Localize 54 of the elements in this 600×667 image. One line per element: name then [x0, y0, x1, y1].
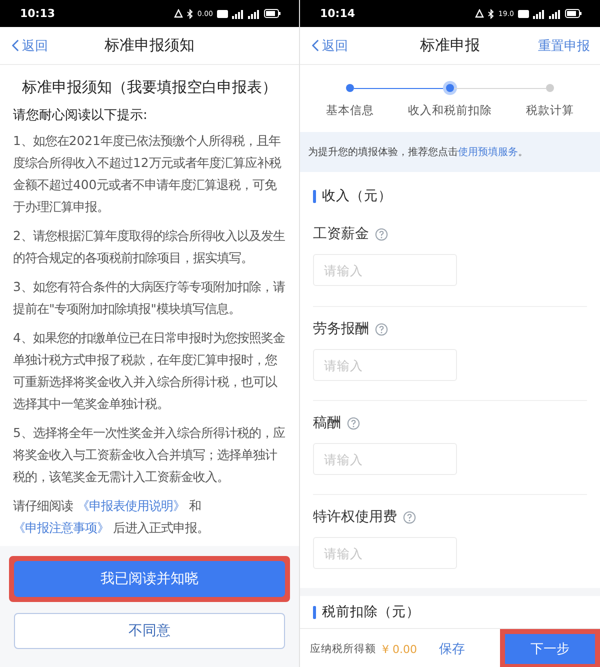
battery-icon — [264, 9, 281, 18]
section-marker — [313, 606, 316, 618]
section-title: 税前扣除（元） — [322, 603, 420, 621]
chevron-icon — [312, 39, 319, 52]
field-label: 特许权使用费 — [313, 508, 397, 526]
amount-input[interactable]: 请输入 — [313, 349, 457, 381]
page-title: 标准申报须知 — [104, 36, 194, 55]
notice-heading: 标准申报须知（我要填报空白申报表） — [21, 77, 278, 98]
signal-icon — [232, 8, 244, 18]
bluetooth-icon — [488, 8, 494, 18]
page-title: 标准申报 — [420, 36, 480, 55]
notice-paragraph: 5、选择将全年一次性奖金并入综合所得计税的，应将奖金收入与工资薪金收入合并填写；选择单独计税的，该笔奖金无需计入工资薪金收入。 — [13, 424, 286, 486]
document-link[interactable]: 《申报注意事项》 — [13, 520, 109, 535]
help-icon[interactable] — [375, 228, 388, 240]
field-label: 稿酬 — [313, 414, 341, 432]
signal-icon — [533, 8, 545, 18]
help-icon[interactable] — [375, 322, 388, 336]
signal-icon — [549, 8, 561, 18]
notice-paragraph: 3、如您有符合条件的大病医疗等专项附加扣除，请提前在"专项附加扣除填报"模块填写信息。 — [13, 278, 286, 318]
amount-input[interactable]: 请输入 — [313, 254, 457, 286]
status-time: 10:13 — [20, 7, 56, 20]
step-label: 基本信息 — [326, 103, 374, 118]
step-label: 收入和税前扣除 — [408, 103, 492, 118]
prefill-link[interactable]: 使用预填服务 — [458, 147, 518, 158]
taxable-income-amount: ¥ 0.00 — [382, 642, 417, 656]
help-icon[interactable] — [347, 416, 360, 430]
notice-paragraph: 4、如果您的扣缴单位已在日常申报时为您按照奖金单独计税方式申报了税款，在年度汇算申报时，您可重新选择将奖金收入并入综合所得计税，也可以选择其中一笔奖金单独计税。 — [13, 329, 286, 413]
signal-icon — [248, 8, 260, 18]
section-title: 收入（元） — [322, 187, 392, 205]
amount-input[interactable]: 请输入 — [313, 537, 457, 569]
confirm-button[interactable]: 我已阅读并知晓 — [14, 561, 285, 597]
notice-paragraph: 1、如您在2021年度已依法预缴个人所得税，且年度综合所得收入不超过12万元或者年度汇算应补税金额不超过400元或者不申请年度汇算退税，可免于办理汇算申报。 — [13, 132, 282, 216]
chevron-icon — [12, 39, 19, 52]
field-label: 劳务报酬 — [313, 320, 369, 338]
intro-text: 请您耐心阅读以下提示: — [13, 107, 148, 125]
decline-button[interactable]: 不同意 — [14, 613, 285, 649]
back-link[interactable]: 返回 — [12, 36, 48, 54]
help-icon[interactable] — [403, 510, 416, 524]
save-button[interactable]: 保存 — [439, 640, 465, 658]
closing-paragraph: 请仔细阅读 《申报表使用说明》 和 《申报注意事项》 后进入正式申报。 — [13, 497, 210, 537]
taxable-income-label: 应纳税所得额 — [310, 642, 376, 656]
battery-icon — [565, 9, 582, 18]
next-button[interactable]: 下一步 — [505, 634, 595, 664]
back-link[interactable]: 返回 — [312, 36, 348, 54]
status-time: 10:14 — [320, 7, 356, 20]
reset-link[interactable]: 重置申报 — [538, 36, 590, 54]
field-label: 工资薪金 — [313, 225, 369, 243]
document-link[interactable]: 《申报表使用说明》 — [76, 498, 185, 513]
amount-input[interactable]: 请输入 — [313, 443, 457, 475]
tip-banner: 为提升您的填报体验，推荐您点击使用预填服务。 — [300, 132, 600, 172]
step-label: 税款计算 — [526, 103, 574, 118]
section-marker — [313, 190, 316, 202]
notice-paragraph: 2、请您根据汇算年度取得的综合所得收入以及发生的符合规定的各项税前扣除项目，据实填写。 — [13, 227, 286, 267]
bluetooth-icon — [187, 8, 194, 18]
